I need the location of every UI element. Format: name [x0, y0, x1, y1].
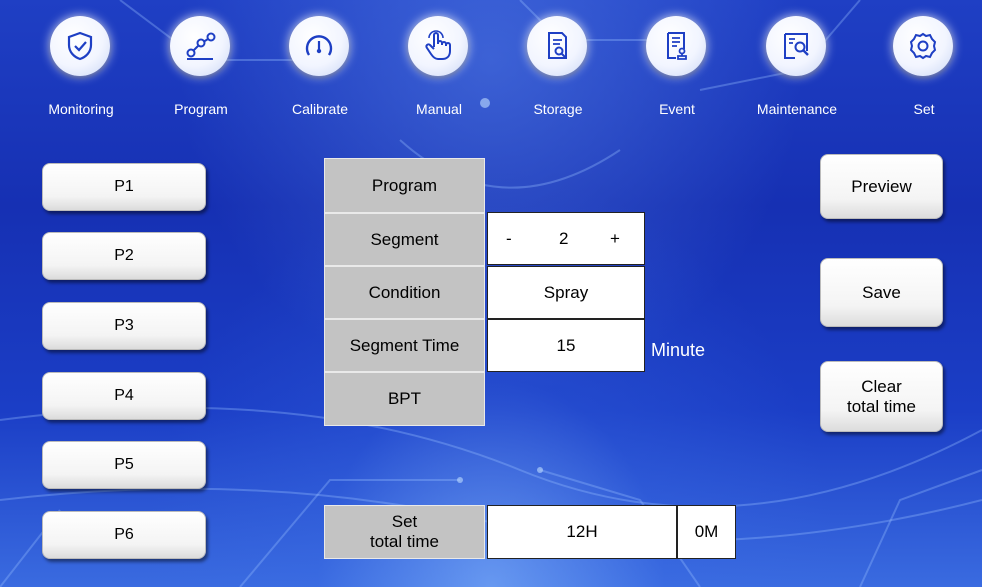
- total-hours-input[interactable]: 12H: [487, 505, 677, 559]
- set-total-time-label: Set total time: [324, 505, 485, 559]
- nav-label: Program: [174, 101, 228, 117]
- nav-maintenance[interactable]: Maintenance: [742, 8, 852, 128]
- nav-label: Set: [913, 101, 935, 117]
- nav-label: Calibrate: [291, 101, 349, 117]
- nav-calibrate[interactable]: Calibrate: [265, 8, 375, 128]
- clear-total-time-line2: total time: [847, 396, 916, 416]
- nodes-graph-icon: [170, 16, 230, 76]
- hand-pointer-icon: [408, 16, 468, 76]
- segment-increment-button[interactable]: +: [610, 229, 620, 249]
- document-stamp-icon: [646, 16, 706, 76]
- segment-decrement-button[interactable]: -: [506, 229, 512, 249]
- top-navigation: Monitoring Program Calibrate Manual Stor…: [0, 0, 982, 140]
- set-total-time-label-line1: Set: [391, 512, 418, 531]
- preview-button[interactable]: Preview: [820, 154, 943, 219]
- clear-total-time-line1: Clear: [861, 376, 902, 396]
- nav-label: Maintenance: [756, 101, 838, 117]
- clear-total-time-button[interactable]: Clear total time: [820, 361, 943, 432]
- nav-program[interactable]: Program: [146, 8, 256, 128]
- gauge-icon: [289, 16, 349, 76]
- nav-monitoring[interactable]: Monitoring: [26, 8, 136, 128]
- set-total-time-label-line2: total time: [370, 532, 439, 551]
- nav-manual[interactable]: Manual: [384, 8, 494, 128]
- save-button[interactable]: Save: [820, 258, 943, 327]
- program-button-p3[interactable]: P3: [42, 302, 206, 350]
- nav-label: Storage: [533, 101, 583, 117]
- nav-event[interactable]: Event: [622, 8, 732, 128]
- nav-label: Monitoring: [48, 101, 114, 117]
- shield-check-icon: [50, 16, 110, 76]
- total-minutes-input[interactable]: 0M: [677, 505, 736, 559]
- nav-set[interactable]: Set: [869, 8, 979, 128]
- condition-label: Condition: [324, 266, 485, 319]
- nav-storage[interactable]: Storage: [503, 8, 613, 128]
- condition-field[interactable]: Spray: [487, 266, 645, 319]
- program-button-p6[interactable]: P6: [42, 511, 206, 559]
- gear-icon: [893, 16, 953, 76]
- program-button-p1[interactable]: P1: [42, 163, 206, 211]
- segment-value: 2: [559, 228, 569, 248]
- segment-label: Segment: [324, 213, 485, 266]
- segment-stepper: - 2 +: [487, 212, 645, 265]
- program-button-p2[interactable]: P2: [42, 232, 206, 280]
- nav-label: Manual: [416, 101, 462, 117]
- program-button-p5[interactable]: P5: [42, 441, 206, 489]
- program-label: Program: [324, 158, 485, 213]
- nav-label: Event: [659, 101, 695, 117]
- inspection-icon: [766, 16, 826, 76]
- bpt-label: BPT: [324, 372, 485, 426]
- segment-time-input[interactable]: 15: [487, 319, 645, 372]
- segment-time-unit: Minute: [651, 340, 706, 360]
- program-button-p4[interactable]: P4: [42, 372, 206, 420]
- document-search-icon: [527, 16, 587, 76]
- segment-time-label: Segment Time: [324, 319, 485, 372]
